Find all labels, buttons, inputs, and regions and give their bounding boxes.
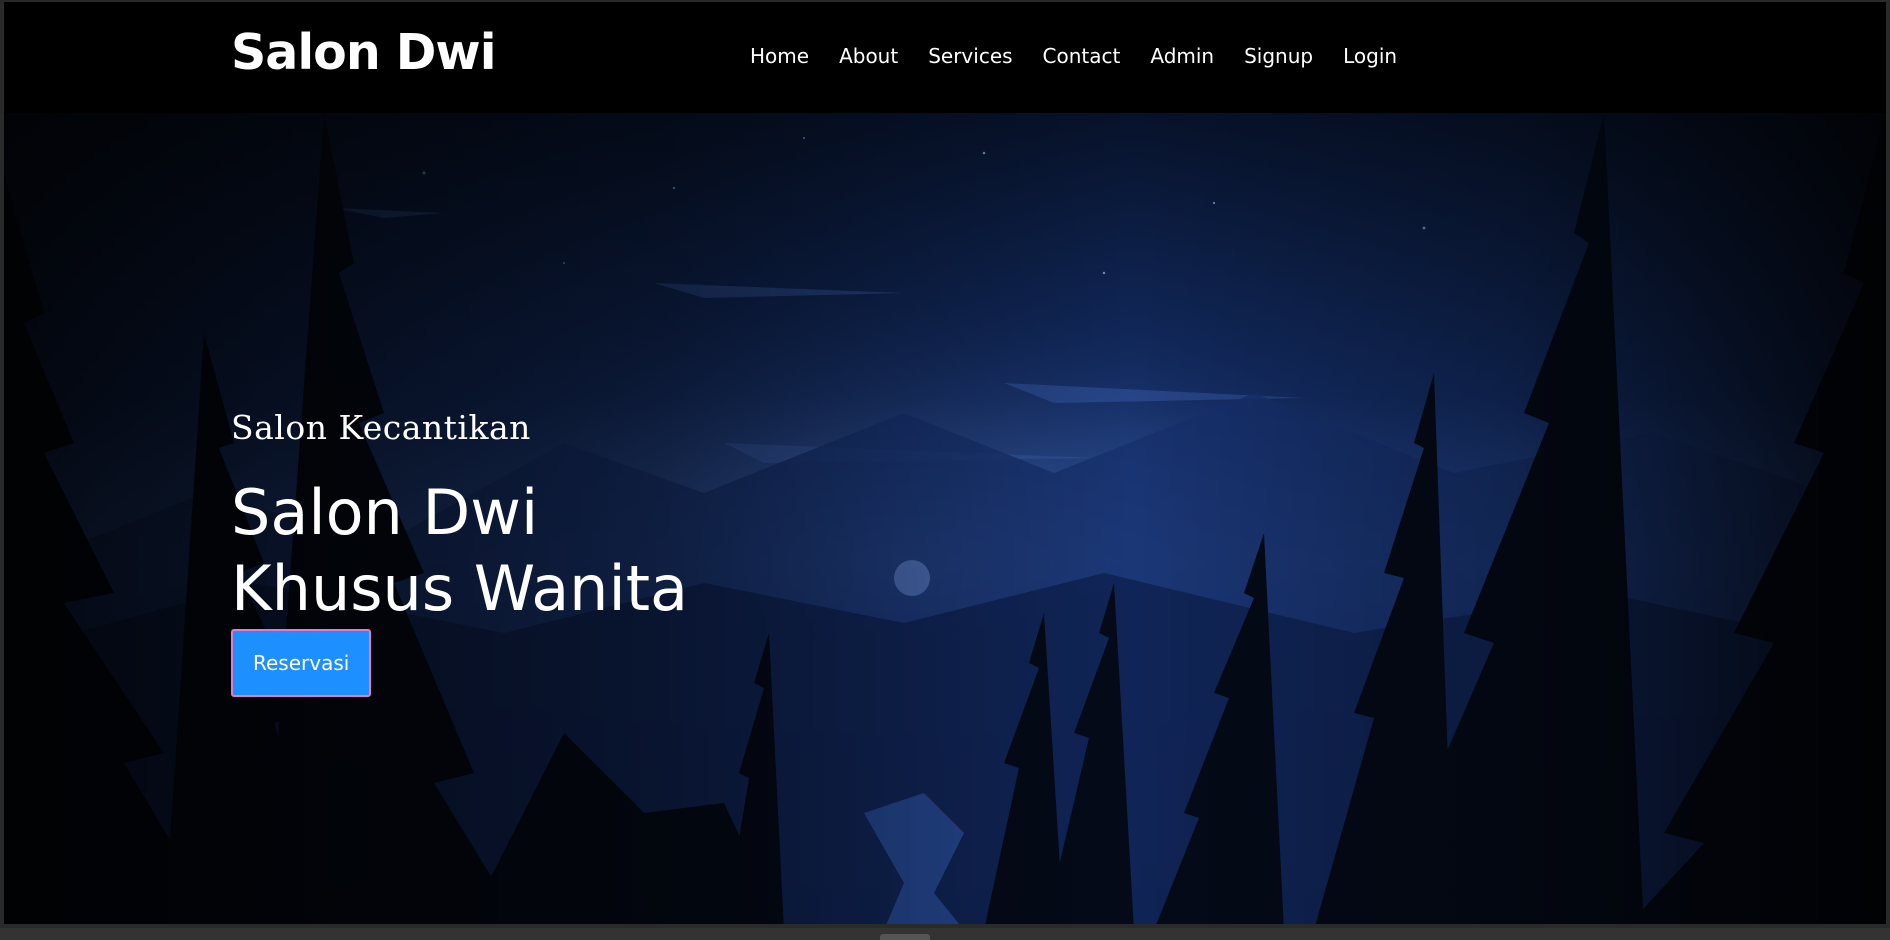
brand-logo[interactable]: Salon Dwi — [231, 26, 496, 80]
window-bottom-edge — [0, 928, 1890, 940]
hero-content: Salon Kecantikan Salon Dwi Khusus Wanita… — [231, 408, 688, 697]
nav-link-contact[interactable]: Contact — [1043, 44, 1121, 68]
nav-link-services[interactable]: Services — [928, 44, 1012, 68]
navbar: Salon Dwi Home About Services Contact Ad… — [4, 2, 1886, 113]
nav-link-signup[interactable]: Signup — [1244, 44, 1313, 68]
hero-headline-line2: Khusus Wanita — [231, 552, 689, 625]
nav-menu: Home About Services Contact Admin Signup… — [750, 44, 1427, 68]
hero-headline: Salon Dwi Khusus Wanita — [231, 475, 688, 627]
browser-window: Salon Dwi Home About Services Contact Ad… — [0, 0, 1890, 928]
nav-link-login[interactable]: Login — [1343, 44, 1397, 68]
nav-link-about[interactable]: About — [839, 44, 898, 68]
nav-link-home[interactable]: Home — [750, 44, 809, 68]
nav-link-admin[interactable]: Admin — [1150, 44, 1214, 68]
reservasi-button[interactable]: Reservasi — [231, 629, 372, 697]
hero-headline-line1: Salon Dwi — [231, 476, 539, 549]
hero-section: Salon Kecantikan Salon Dwi Khusus Wanita… — [4, 113, 1886, 924]
hero-subtitle: Salon Kecantikan — [231, 408, 531, 447]
resize-handle[interactable] — [880, 934, 930, 940]
